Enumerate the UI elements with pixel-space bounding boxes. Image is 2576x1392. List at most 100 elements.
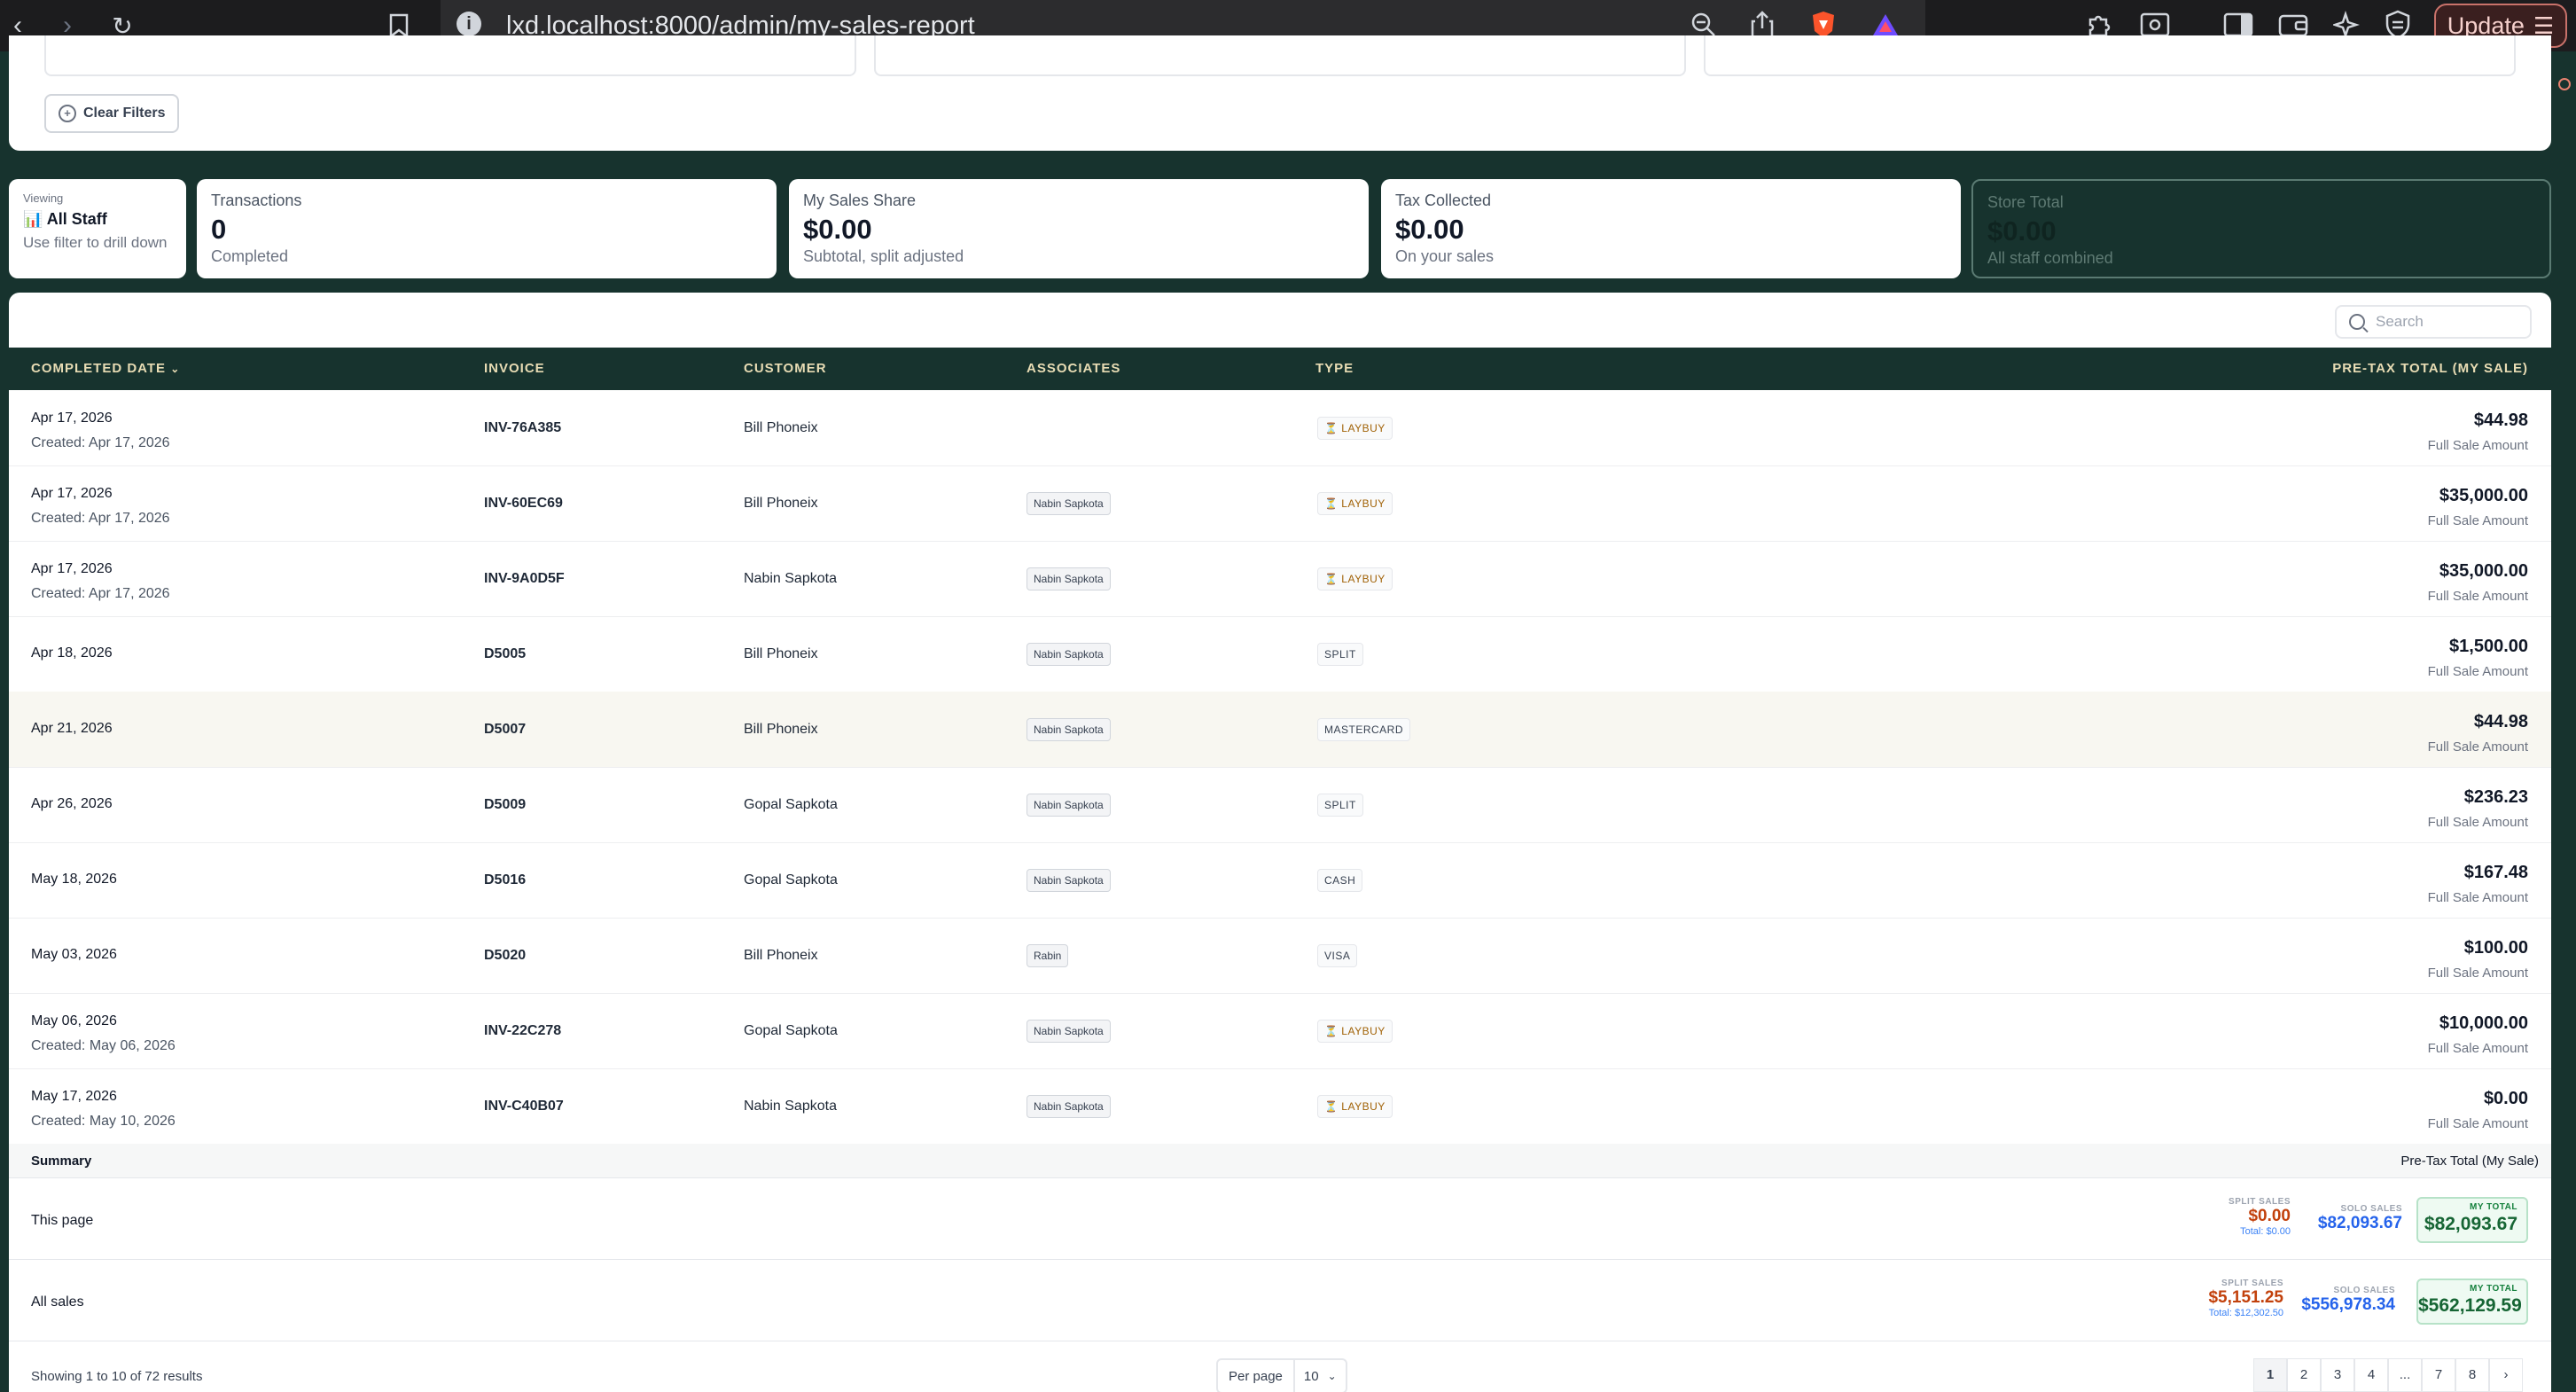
notification-dot-icon [2558, 78, 2571, 90]
completed-date: Apr 26, 2026 [31, 796, 113, 811]
viewing-card: Viewing 📊 All Staff Use filter to drill … [9, 179, 186, 278]
invoice-link[interactable]: INV-22C278 [484, 1023, 561, 1039]
invoice-link[interactable]: D5020 [484, 948, 526, 964]
sales-table-panel: COMPLETED DATE ⌄ INVOICE CUSTOMER ASSOCI… [9, 293, 2551, 1392]
transactions-label: Transactions [211, 192, 302, 209]
pre-tax-amount: $35,000.00 [2439, 486, 2528, 505]
table-row[interactable]: Apr 17, 2026 Created: Apr 17, 2026 INV-76A… [9, 390, 2551, 466]
pre-tax-amount: $1,500.00 [2449, 637, 2528, 656]
completed-date-cell: Apr 18, 2026 [31, 645, 113, 661]
invoice-link[interactable]: INV-76A385 [484, 420, 561, 436]
transactions-value: 0 [211, 214, 227, 245]
table-row[interactable]: May 03, 2026 D5020 Bill Phoneix Rabin VISA $1… [9, 918, 2551, 994]
store-total-card: Store Total $0.00 All staff combined [1971, 179, 2551, 278]
created-date: Created: Apr 17, 2026 [31, 586, 170, 601]
amount-note: Full Sale Amount [2427, 664, 2528, 679]
column-customer[interactable]: CUSTOMER [744, 348, 827, 390]
invoice-link[interactable]: D5005 [484, 646, 526, 662]
search-box[interactable] [2335, 305, 2532, 339]
column-associates: ASSOCIATES [1026, 361, 1121, 376]
associate-badge: Nabin Sapkota [1026, 492, 1111, 515]
completed-date-cell: May 03, 2026 [31, 947, 117, 963]
page-button[interactable]: 3 [2321, 1358, 2354, 1392]
amount-note: Full Sale Amount [2427, 966, 2528, 981]
amount-cell: $10,000.00 Full Sale Amount [2428, 1013, 2528, 1056]
payment-type-badge: SPLIT [1317, 794, 1363, 817]
table-row[interactable]: Apr 17, 2026 Created: Apr 17, 2026 INV-9A0… [9, 541, 2551, 617]
tax-collected-card: Tax Collected $0.00 On your sales [1381, 179, 1961, 278]
invoice-link[interactable]: INV-C40B07 [484, 1099, 564, 1114]
completed-date: May 17, 2026 [31, 1089, 117, 1104]
payment-type-badge: CASH [1317, 869, 1363, 892]
page-button[interactable]: 7 [2422, 1358, 2455, 1392]
next-page-icon[interactable]: › [2489, 1358, 2523, 1392]
completed-date-cell: May 17, 2026 Created: May 10, 2026 [31, 1089, 176, 1130]
invoice-link[interactable]: INV-60EC69 [484, 496, 563, 512]
clear-filters-button[interactable]: + Clear Filters [44, 94, 180, 133]
amount-note: Full Sale Amount [2427, 1116, 2528, 1131]
pre-tax-amount: $0.00 [2483, 1089, 2528, 1108]
completed-date: May 18, 2026 [31, 872, 117, 887]
viewing-hint: Use filter to drill down [23, 234, 168, 251]
customer-name: Bill Phoneix [744, 646, 818, 661]
completed-date: May 03, 2026 [31, 947, 117, 962]
table-row[interactable]: Apr 26, 2026 D5009 Gopal Sapkota Nabin Sapk… [9, 767, 2551, 843]
associate-badge: Nabin Sapkota [1026, 1095, 1111, 1118]
per-page-select[interactable]: Per page 10 ⌄ [1216, 1358, 1347, 1392]
summary-label: Summary [31, 1153, 92, 1169]
amount-cell: $44.98 Full Sale Amount [2428, 411, 2528, 453]
split-sales-key: SPLIT SALES [2229, 1197, 2291, 1207]
column-completed-date[interactable]: COMPLETED DATE ⌄ [31, 348, 180, 390]
table-row[interactable]: Apr 21, 2026 D5007 Bill Phoneix Nabin Sapko… [9, 692, 2551, 768]
associate-badge: Nabin Sapkota [1026, 643, 1111, 666]
page-button[interactable]: 2 [2287, 1358, 2321, 1392]
search-input[interactable] [2374, 312, 2510, 332]
all-sales-my-total: MY TOTAL $562,129.59 [2416, 1279, 2528, 1325]
invoice-link[interactable]: INV-9A0D5F [484, 571, 565, 587]
staff-filter[interactable] [1704, 35, 2516, 76]
pre-tax-amount: $44.98 [2473, 411, 2528, 430]
table-row[interactable]: May 18, 2026 D5016 Gopal Sapkota Nabin Sapk… [9, 842, 2551, 919]
amount-note: Full Sale Amount [2427, 815, 2528, 830]
split-sales-value: $5,151.25 [2208, 1288, 2283, 1307]
my-total-value: $82,093.67 [2424, 1214, 2517, 1234]
column-pre-tax-total[interactable]: PRE-TAX TOTAL (MY SALE) [2332, 348, 2528, 390]
amount-note: Full Sale Amount [2427, 513, 2528, 528]
amount-cell: $35,000.00 Full Sale Amount [2428, 486, 2528, 528]
start-date-filter[interactable] [44, 35, 856, 76]
table-row[interactable]: May 06, 2026 Created: May 06, 2026 INV-22C… [9, 993, 2551, 1069]
per-page-label: Per page [1218, 1360, 1295, 1392]
end-date-filter[interactable] [874, 35, 1686, 76]
my-total-key: MY TOTAL [2470, 1202, 2517, 1212]
created-date: Created: May 06, 2026 [31, 1038, 176, 1053]
column-invoice[interactable]: INVOICE [484, 348, 545, 390]
page-button[interactable]: 1 [2253, 1358, 2287, 1392]
page-button[interactable]: 4 [2354, 1358, 2388, 1392]
pre-tax-amount: $236.23 [2463, 787, 2528, 807]
split-sales-total: Total: $0.00 [2240, 1226, 2291, 1237]
split-sales-value: $0.00 [2248, 1207, 2291, 1225]
amount-note: Full Sale Amount [2427, 438, 2528, 453]
all-sales-split: SPLIT SALES $5,151.25 Total: $12,302.50 [2208, 1279, 2283, 1318]
amount-cell: $35,000.00 Full Sale Amount [2428, 561, 2528, 604]
completed-date-cell: Apr 17, 2026 Created: Apr 17, 2026 [31, 561, 170, 602]
table-row[interactable]: Apr 18, 2026 D5005 Bill Phoneix Nabin Sapko… [9, 616, 2551, 692]
page-button[interactable]: 8 [2455, 1358, 2489, 1392]
created-date: Created: Apr 17, 2026 [31, 511, 170, 526]
transactions-card: Transactions 0 Completed [197, 179, 777, 278]
amount-cell: $44.98 Full Sale Amount [2428, 712, 2528, 755]
my-share-label: My Sales Share [803, 192, 917, 209]
clear-icon: + [59, 105, 76, 122]
store-total-sub: All staff combined [1987, 249, 2113, 267]
site-info-icon[interactable]: i [457, 12, 481, 36]
invoice-link[interactable]: D5009 [484, 797, 526, 813]
table-row[interactable]: Apr 17, 2026 Created: Apr 17, 2026 INV-60E… [9, 465, 2551, 542]
table-row[interactable]: May 17, 2026 Created: May 10, 2026 INV-C40… [9, 1068, 2551, 1145]
customer-name: Nabin Sapkota [744, 571, 837, 586]
amount-cell: $1,500.00 Full Sale Amount [2428, 637, 2528, 679]
invoice-link[interactable]: D5016 [484, 872, 526, 888]
pagination-ellipsis: ... [2388, 1358, 2422, 1392]
invoice-link[interactable]: D5007 [484, 722, 526, 738]
my-total-key: MY TOTAL [2470, 1284, 2517, 1294]
customer-name: Bill Phoneix [744, 722, 818, 737]
